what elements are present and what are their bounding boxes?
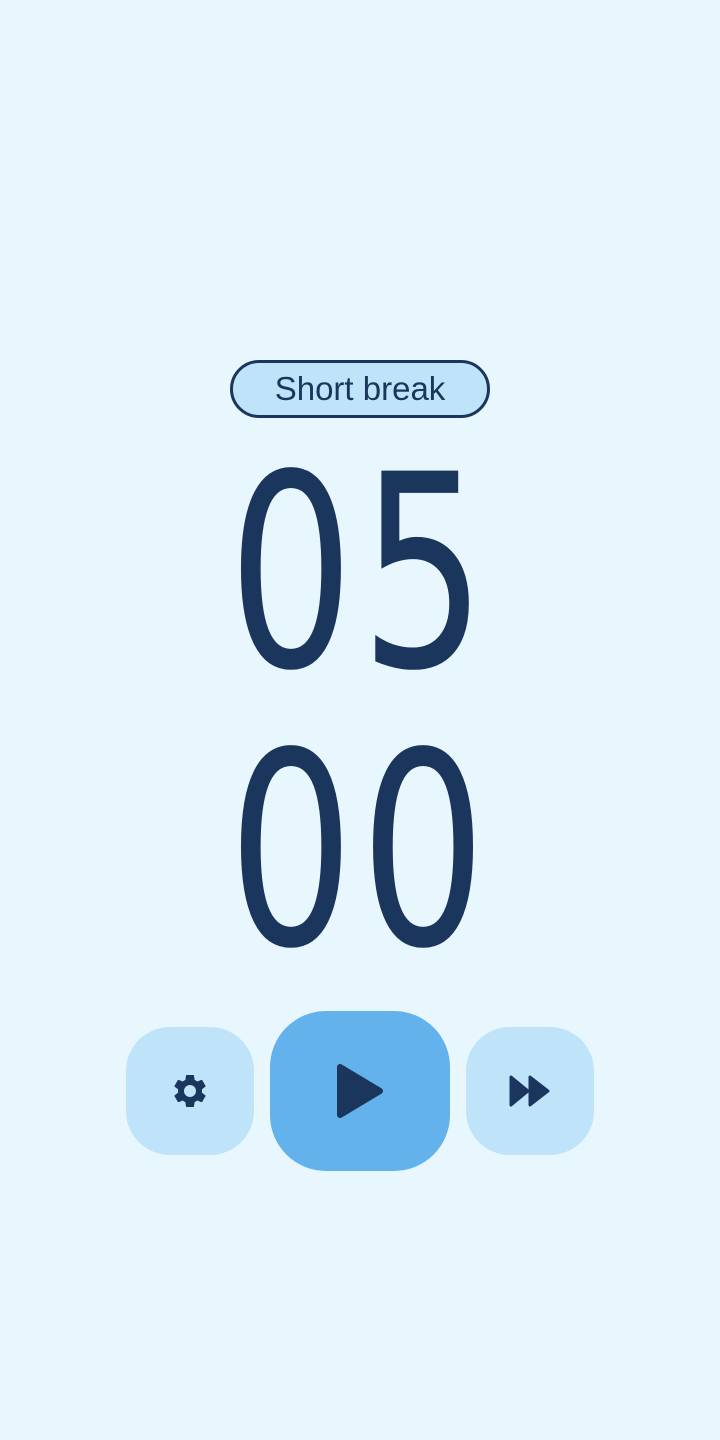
- timer-seconds: 00: [227, 696, 493, 1008]
- timer-mode-label: Short break: [274, 370, 446, 407]
- settings-button[interactable]: [126, 1027, 254, 1155]
- skip-button[interactable]: [466, 1027, 594, 1155]
- timer-minutes: 05: [227, 418, 493, 730]
- fast-forward-icon: [508, 1074, 552, 1108]
- timer-mode-chip: Short break: [230, 360, 490, 418]
- play-icon: [334, 1061, 386, 1121]
- gear-icon: [170, 1071, 210, 1111]
- play-button[interactable]: [270, 1011, 450, 1171]
